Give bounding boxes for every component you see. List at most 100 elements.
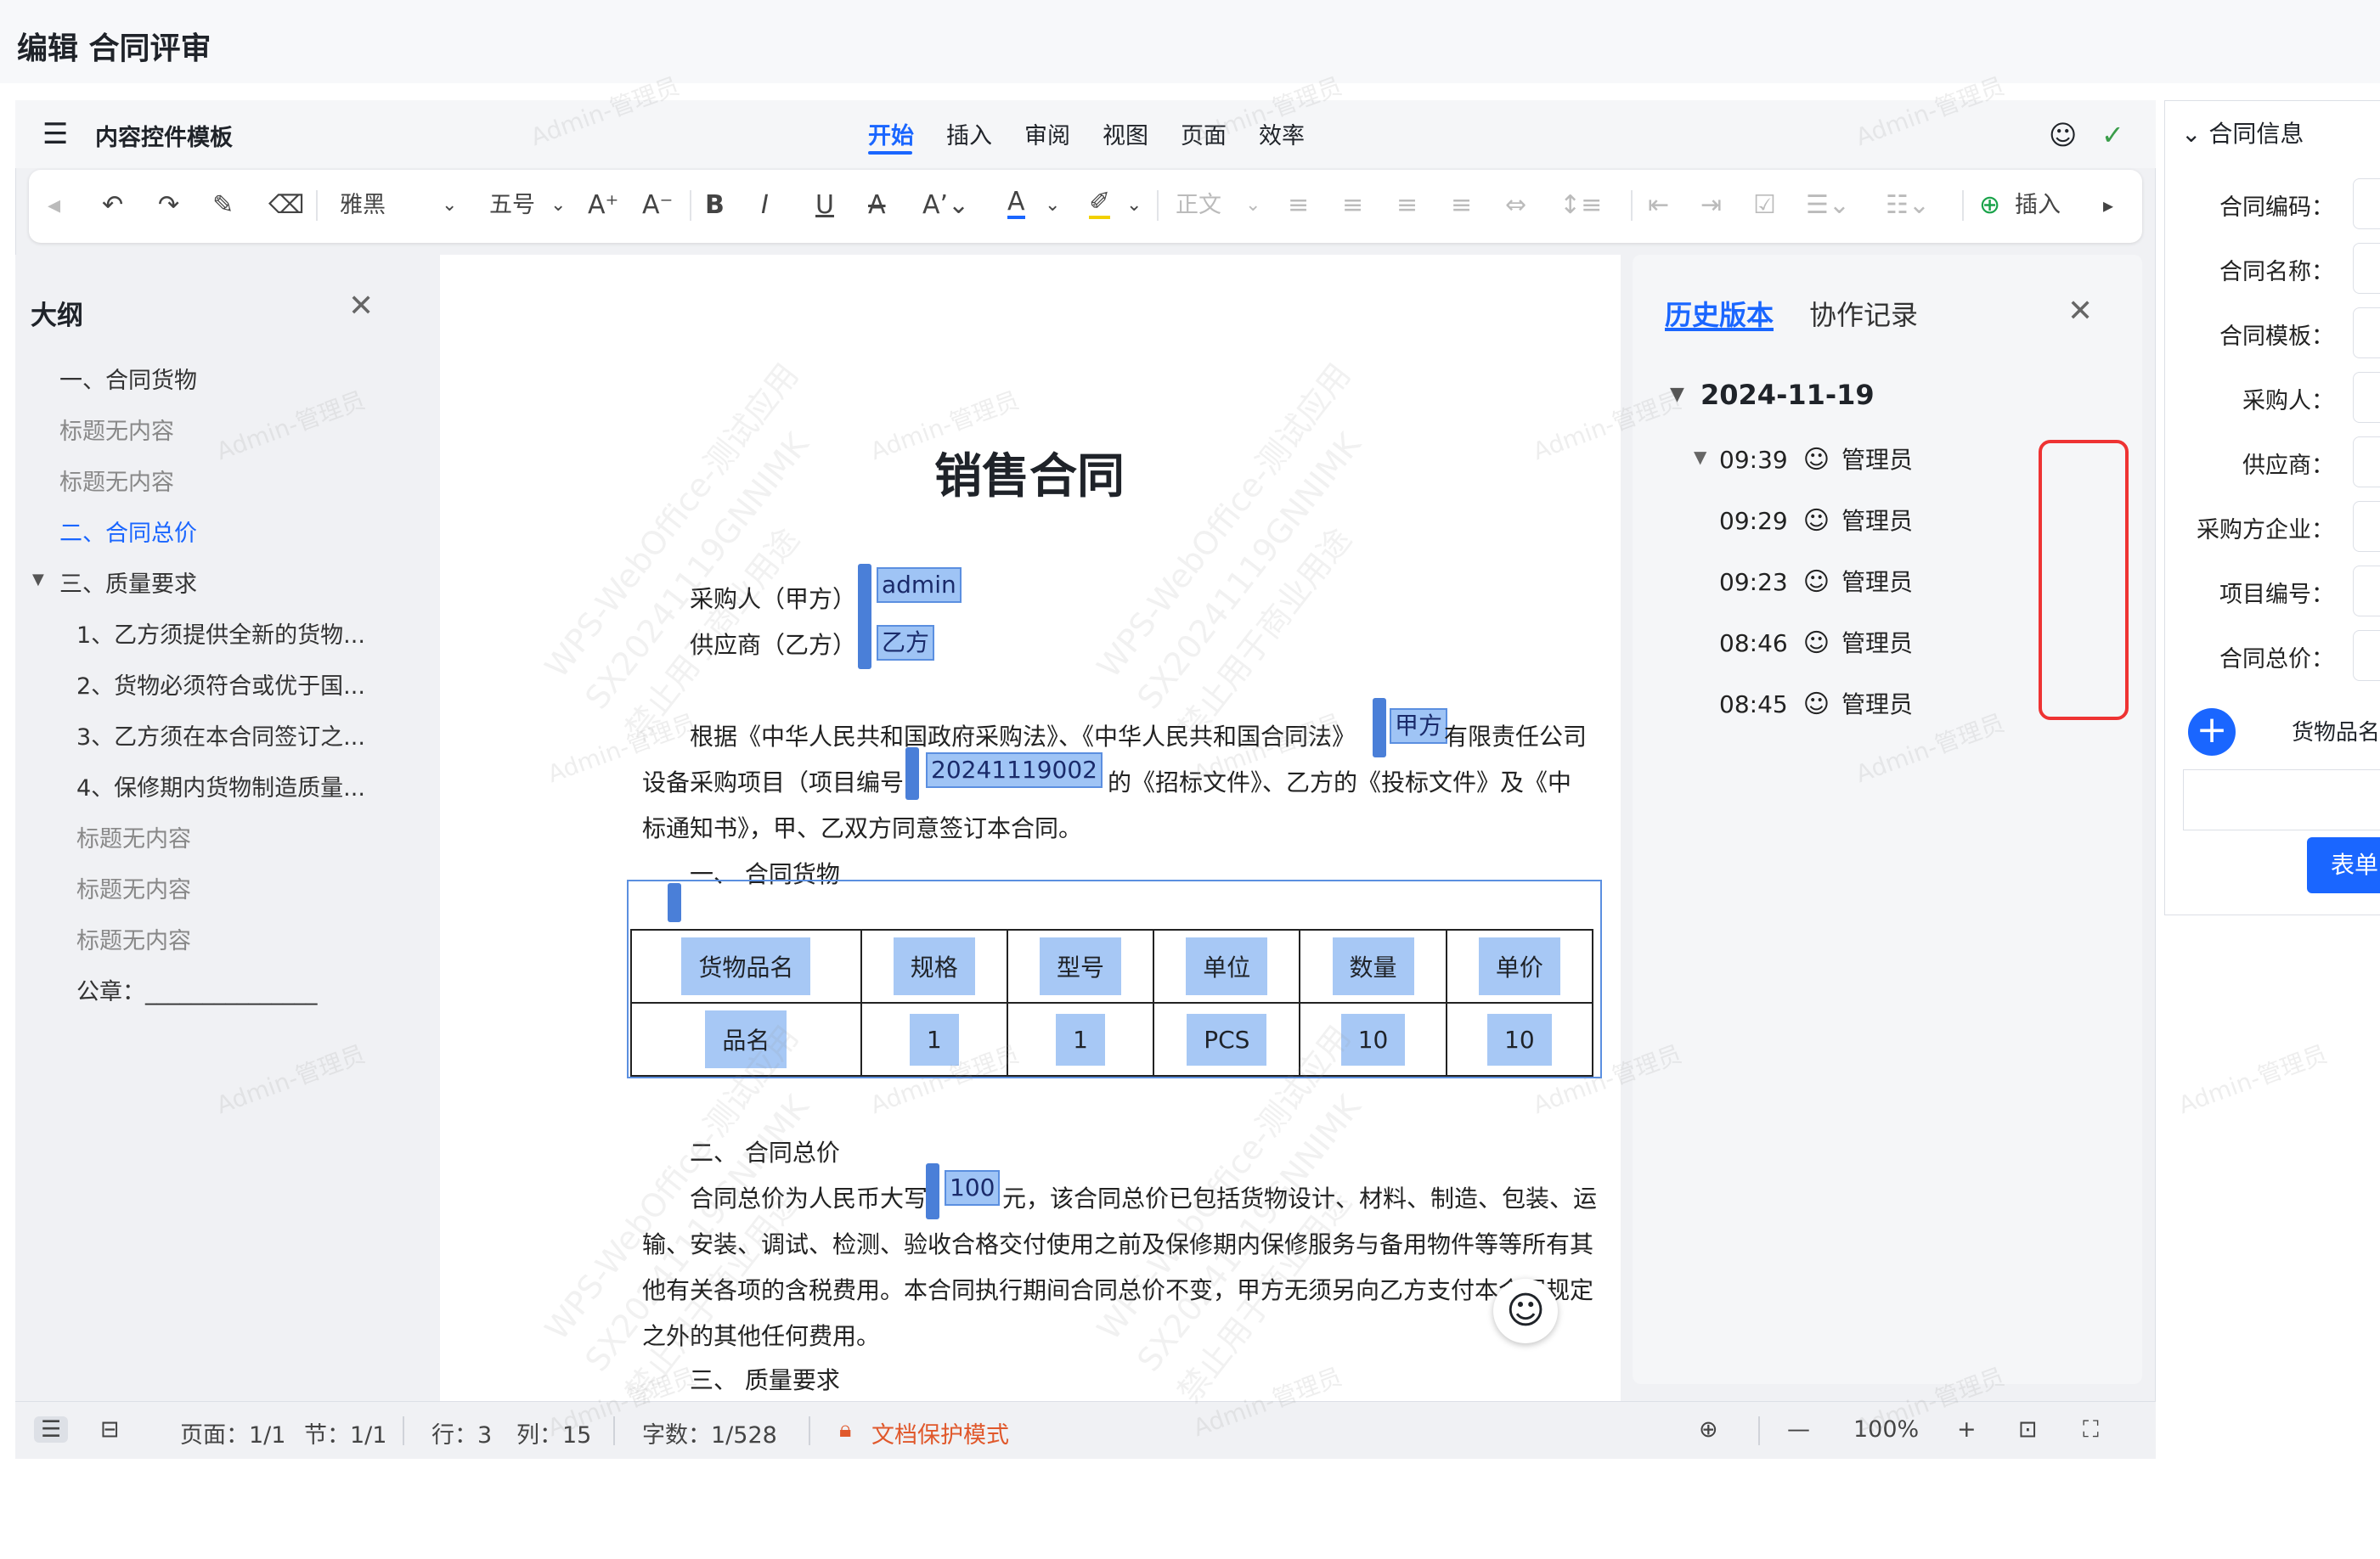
outline-item[interactable]: 标题无内容 [76, 922, 191, 955]
outline-item[interactable]: 标题无内容 [59, 413, 174, 446]
contract-field-input[interactable] [2353, 630, 2380, 681]
history-entry[interactable]: 09:23 ☺ 管理员 [1719, 564, 2093, 605]
globe-icon[interactable]: ⊕ [1699, 1416, 1718, 1443]
underline-icon[interactable]: U [815, 189, 834, 222]
outline-item[interactable]: 3、乙方须在本合同签订之... [76, 718, 365, 751]
table-cell[interactable]: 10 [1299, 1002, 1447, 1077]
table-header-cell[interactable]: 单价 [1445, 929, 1594, 1004]
align-right-icon[interactable]: ≡ [1396, 189, 1418, 222]
section-nav-icon[interactable]: ⊟ [100, 1416, 120, 1443]
chevron-down-icon[interactable]: ⌄ [1126, 189, 1142, 222]
close-icon[interactable]: ✕ [2067, 294, 2093, 329]
party-a-field[interactable]: 甲方 [1390, 708, 1448, 744]
zoom-in-icon[interactable]: + [1957, 1416, 1977, 1443]
grow-font-icon[interactable]: A⁺ [588, 189, 618, 222]
align-left-icon[interactable]: ≡ [1288, 189, 1309, 222]
outline-item[interactable]: 二、合同总价 [59, 515, 197, 548]
buyer-field[interactable]: admin [877, 567, 962, 603]
table-header-cell[interactable]: 货物品名 [630, 929, 862, 1004]
undo-icon[interactable]: ↶ [102, 189, 123, 222]
outline-toggle-icon[interactable]: ☰ [34, 1416, 69, 1443]
add-row-button[interactable]: + [2188, 708, 2236, 756]
outline-item[interactable]: 一、合同货物 [59, 362, 197, 395]
chevron-down-icon[interactable]: ⌄ [550, 189, 566, 222]
tab-view[interactable]: 视图 [1103, 117, 1148, 150]
chevron-down-icon[interactable]: ⌄ [1245, 189, 1260, 222]
caret-down-icon[interactable]: ▼ [32, 571, 44, 588]
font-color-icon[interactable]: A [1007, 189, 1025, 219]
history-entry[interactable]: 09:39 ☺ 管理员 [1719, 442, 2093, 482]
table-cell[interactable]: 10 [1445, 1002, 1594, 1077]
tab-collaboration-log[interactable]: 协作记录 [1809, 294, 1918, 333]
history-entry[interactable]: 09:29 ☺ 管理员 [1719, 503, 2093, 543]
insert-plus-icon[interactable]: ⊕ [1979, 189, 2000, 222]
assistant-robot-icon[interactable]: ☺ [2049, 119, 2077, 151]
checkbox-icon[interactable]: ☑ [1753, 189, 1776, 222]
indent-decrease-icon[interactable]: ⇤ [1648, 189, 1669, 222]
fit-page-icon[interactable]: ⊡ [2018, 1416, 2038, 1443]
saved-check-icon[interactable]: ✓ [2101, 119, 2124, 151]
contract-info-title[interactable]: ⌄ 合同信息 [2181, 115, 2304, 149]
outline-item[interactable]: 2、货物必须符合或优于国... [76, 667, 365, 701]
scroll-right-icon[interactable]: ▸ [2103, 189, 2113, 222]
insert-button[interactable]: 插入 [2015, 189, 2061, 222]
supplier-field[interactable]: 乙方 [877, 625, 935, 661]
table-header-cell[interactable]: 数量 [1299, 929, 1447, 1004]
contract-field-input[interactable] [2353, 243, 2380, 294]
text-effect-icon[interactable]: Aʼ⌄ [922, 189, 969, 222]
outline-item[interactable]: 标题无内容 [76, 871, 191, 904]
italic-icon[interactable]: I [761, 189, 769, 222]
highlight-icon[interactable]: ✐ [1089, 189, 1111, 219]
history-entry[interactable]: 08:45 ☺ 管理员 [1719, 686, 2093, 727]
hamburger-menu-icon[interactable]: ☰ [42, 117, 76, 151]
contract-field-input[interactable] [2353, 436, 2380, 487]
tab-insert[interactable]: 插入 [946, 117, 992, 150]
outline-item[interactable]: 标题无内容 [59, 464, 174, 497]
strikethrough-icon[interactable]: A [868, 189, 886, 222]
tab-start[interactable]: 开始 [868, 117, 914, 150]
total-price-field[interactable]: 100 [945, 1170, 1001, 1206]
shrink-font-icon[interactable]: A⁻ [642, 189, 673, 222]
scroll-left-icon[interactable]: ◂ [48, 189, 60, 222]
contract-field-input[interactable] [2353, 566, 2380, 616]
outline-item[interactable]: 1、乙方须提供全新的货物... [76, 616, 365, 650]
project-number-field[interactable]: 20241119002 [926, 752, 1103, 788]
zoom-out-icon[interactable]: — [1787, 1416, 1810, 1443]
contract-field-input[interactable] [2353, 501, 2380, 552]
tab-review[interactable]: 审阅 [1024, 117, 1070, 150]
distribute-icon[interactable]: ⇔ [1505, 189, 1526, 222]
tab-page[interactable]: 页面 [1181, 117, 1227, 150]
line-spacing-icon[interactable]: ↕≡ [1559, 189, 1602, 222]
contract-field-input[interactable] [2353, 307, 2380, 358]
close-icon[interactable]: ✕ [348, 289, 374, 324]
bold-icon[interactable]: B [705, 189, 725, 222]
chevron-down-icon[interactable]: ⌄ [442, 189, 457, 222]
font-size-select[interactable]: 五号 [489, 189, 535, 222]
assistant-avatar-icon[interactable]: ☺ [1493, 1279, 1558, 1343]
outline-item[interactable]: 三、质量要求 [59, 566, 197, 599]
contract-field-input[interactable] [2353, 372, 2380, 423]
tab-efficiency[interactable]: 效率 [1259, 117, 1305, 150]
table-cell[interactable]: 1 [860, 1002, 1008, 1077]
indent-increase-icon[interactable]: ⇥ [1700, 189, 1722, 222]
paragraph-style-select[interactable]: 正文 [1176, 189, 1221, 222]
eraser-icon[interactable]: ⌫ [268, 189, 304, 222]
bullet-list-icon[interactable]: ☰⌄ [1806, 189, 1850, 222]
format-painter-icon[interactable]: ✎ [212, 189, 234, 222]
table-header-cell[interactable]: 型号 [1006, 929, 1155, 1004]
redo-icon[interactable]: ↷ [158, 189, 179, 222]
table-header-cell[interactable]: 规格 [860, 929, 1008, 1004]
align-center-icon[interactable]: ≡ [1342, 189, 1363, 222]
numbered-list-icon[interactable]: ☷⌄ [1886, 189, 1930, 222]
form-button[interactable]: 表单 [2307, 837, 2380, 893]
table-header-cell[interactable]: 单位 [1153, 929, 1301, 1004]
outline-item[interactable]: 4、保修期内货物制造质量... [76, 769, 365, 802]
outline-item[interactable]: 公章：_______________ [76, 973, 318, 1006]
caret-down-icon[interactable]: ▼ [1694, 447, 1706, 467]
zoom-level[interactable]: 100% [1853, 1416, 1919, 1443]
outline-item[interactable]: 标题无内容 [76, 820, 191, 853]
table-cell[interactable]: 1 [1006, 1002, 1155, 1077]
contract-field-input[interactable] [2353, 178, 2380, 229]
fullscreen-icon[interactable]: ⛶ [2083, 1416, 2099, 1444]
table-cell[interactable]: 品名 [630, 1002, 862, 1077]
